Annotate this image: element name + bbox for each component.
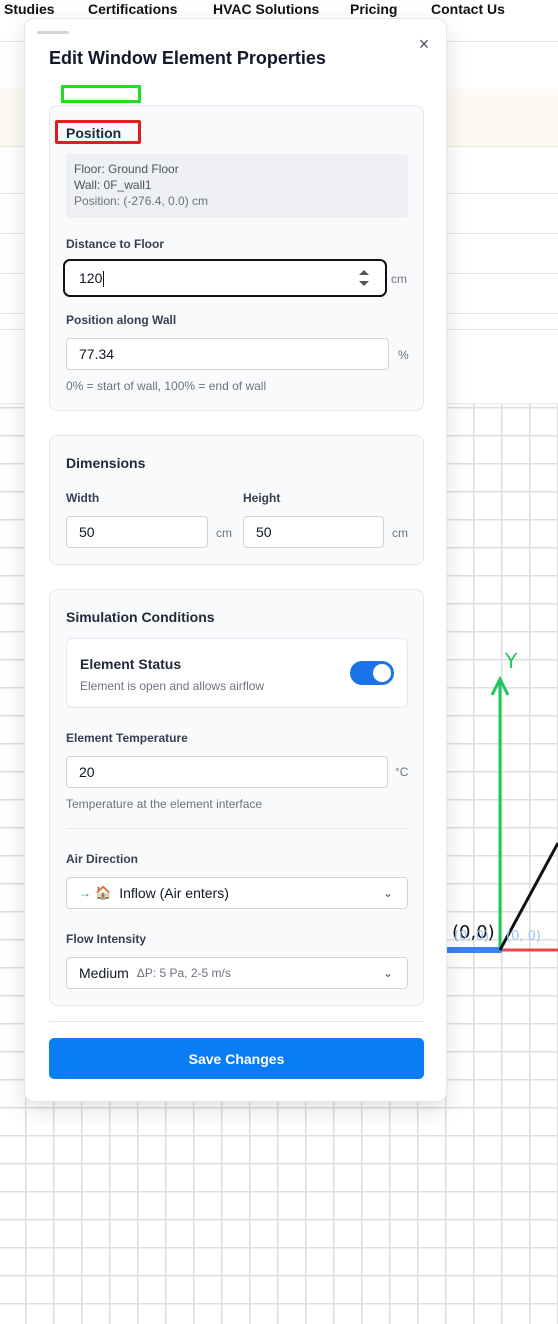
close-icon[interactable]: × <box>413 33 435 55</box>
width-label: Width <box>66 491 100 505</box>
position-info-box: Floor: Ground Floor Wall: 0F_wall1 Posit… <box>66 154 408 218</box>
toggle-knob <box>373 664 391 682</box>
nav-item-studies[interactable]: Studies <box>4 1 55 17</box>
flow-intensity-label: Flow Intensity <box>66 932 147 946</box>
height-label: Height <box>243 491 281 505</box>
distance-unit: cm <box>391 272 407 286</box>
air-direction-label: Air Direction <box>66 852 139 866</box>
width-unit: cm <box>216 526 232 540</box>
element-temperature-label: Element Temperature <box>66 731 188 745</box>
temperature-unit: °C <box>395 765 409 779</box>
nav-item-contact-us[interactable]: Contact Us <box>431 1 505 17</box>
position-along-wall-label: Position along Wall <box>66 313 177 327</box>
highlight-box-green <box>61 85 141 103</box>
text-cursor <box>103 271 105 288</box>
distance-to-floor-label: Distance to Floor <box>66 237 165 251</box>
position-along-wall-input[interactable]: 77.34 <box>66 338 389 370</box>
house-icon: 🏠 <box>95 885 112 900</box>
flow-intensity-select[interactable]: Medium ΔP: 5 Pa, 2-5 m/s ⌄ <box>66 957 408 989</box>
nav-item-certifications[interactable]: Certifications <box>88 1 177 17</box>
position-info: Position: (-276.4, 0.0) cm <box>74 194 209 208</box>
element-status-subtitle: Element is open and allows airflow <box>80 679 265 693</box>
air-direction-value: Inflow (Air enters) <box>119 885 229 901</box>
chevron-down-icon: ⌄ <box>382 886 393 900</box>
position-unit: % <box>398 348 409 362</box>
nav-item-hvac-solutions[interactable]: HVAC Solutions <box>213 1 319 17</box>
number-spinner-icon[interactable] <box>359 270 369 286</box>
distance-to-floor-value: 120 <box>79 270 103 286</box>
section-divider <box>66 828 408 829</box>
save-changes-button[interactable]: Save Changes <box>49 1038 424 1079</box>
height-unit: cm <box>392 526 408 540</box>
footer-divider <box>49 1021 424 1022</box>
height-input[interactable]: 50 <box>243 516 384 548</box>
origin-label-faint-right: (0, 0) <box>506 929 541 944</box>
element-status-card: Element Status Element is open and allow… <box>66 638 408 708</box>
nav-item-pricing[interactable]: Pricing <box>350 1 397 17</box>
element-status-toggle[interactable] <box>350 661 394 685</box>
floor-info: Floor: Ground Floor <box>74 162 179 176</box>
chevron-down-icon: ⌄ <box>382 966 393 980</box>
flow-intensity-value: Medium <box>79 965 129 981</box>
element-status-title: Element Status <box>80 656 182 672</box>
element-temperature-hint: Temperature at the element interface <box>66 797 263 811</box>
y-axis-label: Y <box>504 649 518 673</box>
dimensions-section: Dimensions Width 50 cm Height 50 cm <box>49 435 424 565</box>
air-direction-select[interactable]: → 🏠 Inflow (Air enters) ⌄ <box>66 877 408 909</box>
modal-title: Edit Window Element Properties <box>49 48 326 68</box>
axis-tick <box>469 947 475 953</box>
wall-info: Wall: 0F_wall1 <box>74 178 152 192</box>
arrow-right-icon: → <box>79 886 91 900</box>
distance-to-floor-input[interactable]: 120 <box>63 259 387 297</box>
simulation-conditions-section: Simulation Conditions Element Status Ele… <box>49 589 424 1006</box>
flow-intensity-meta: ΔP: 5 Pa, 2-5 m/s <box>136 966 231 980</box>
width-input[interactable]: 50 <box>66 516 208 548</box>
position-along-wall-hint: 0% = start of wall, 100% = end of wall <box>66 379 267 393</box>
position-section: Position Floor: Ground Floor Wall: 0F_wa… <box>49 105 424 411</box>
origin-label-faint-left: (0, 0) <box>454 929 489 944</box>
drag-handle[interactable] <box>37 31 69 34</box>
element-temperature-input[interactable]: 20 <box>66 756 388 788</box>
simulation-section-title: Simulation Conditions <box>66 609 215 625</box>
highlight-box-red <box>55 120 141 144</box>
edit-window-element-modal: Edit Window Element Properties × Positio… <box>24 18 447 1102</box>
dimensions-section-title: Dimensions <box>66 455 146 471</box>
